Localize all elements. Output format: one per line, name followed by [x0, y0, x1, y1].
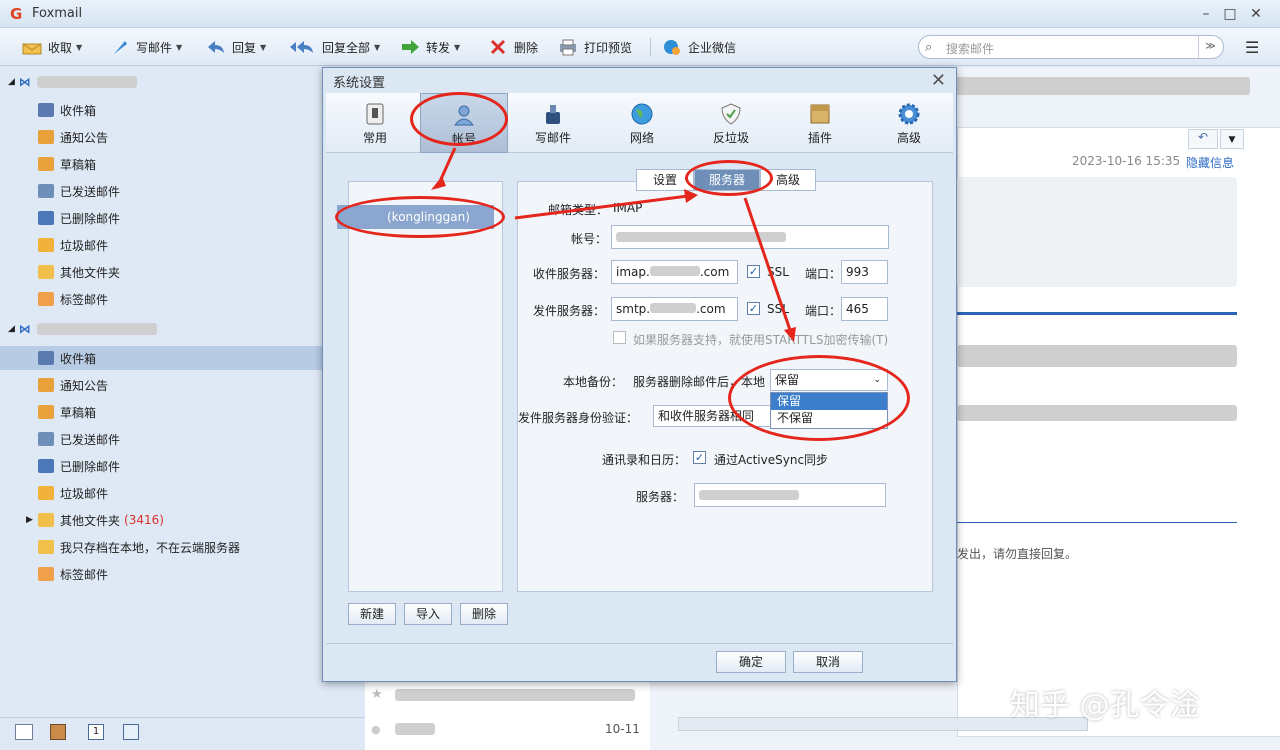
annotation-arrows — [431, 147, 796, 342]
